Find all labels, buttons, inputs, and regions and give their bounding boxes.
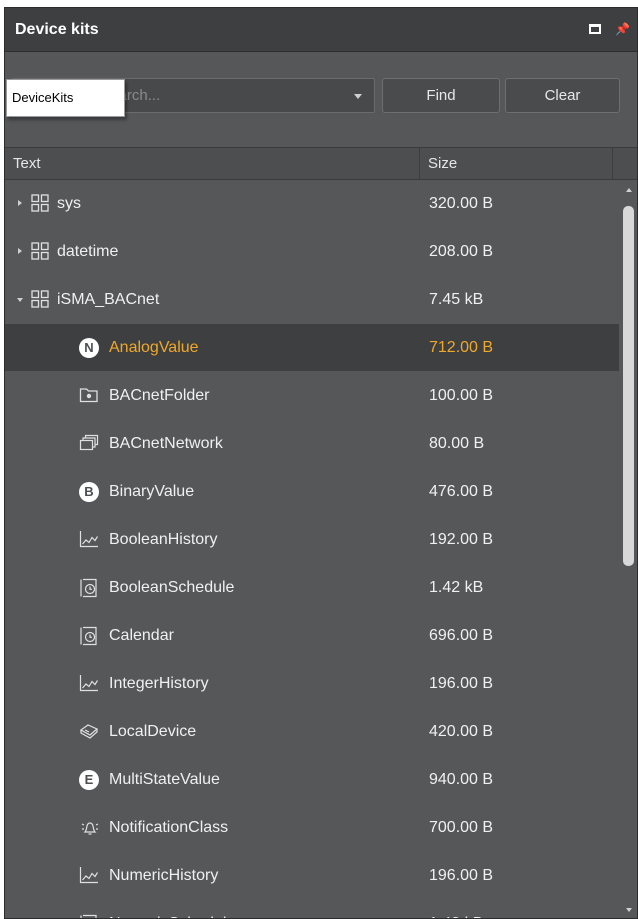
tree-row[interactable]: BooleanHistory 192.00 B <box>5 516 619 563</box>
tree-row-label: LocalDevice <box>109 723 197 740</box>
chevron-right-icon[interactable] <box>18 248 22 254</box>
column-header-text[interactable]: Text <box>5 148 420 179</box>
history-icon <box>79 530 99 550</box>
tree-row-size: 196.00 B <box>429 867 494 884</box>
tree-row-size: 700.00 B <box>429 819 494 836</box>
column-header-size[interactable]: Size <box>420 148 613 179</box>
network-icon <box>79 434 99 454</box>
tree-row[interactable]: E MultiStateValue 940.00 B <box>5 756 619 803</box>
tree-row-label: BACnetFolder <box>109 387 210 404</box>
tree-row-size: 192.00 B <box>429 531 494 548</box>
tree-row-label: datetime <box>57 243 119 260</box>
schedule-icon <box>79 578 99 598</box>
tree-row[interactable]: datetime 208.00 B <box>5 228 619 275</box>
tree-row[interactable]: N AnalogValue 712.00 B <box>5 324 619 371</box>
tree-row[interactable]: NumericSchedule 1.43 kB <box>5 900 619 918</box>
tree-row-size: 940.00 B <box>429 771 494 788</box>
tree-row-size: 100.00 B <box>429 387 494 404</box>
badge-letter: E <box>79 770 99 790</box>
tree-row[interactable]: NotificationClass 700.00 B <box>5 804 619 851</box>
scroll-thumb[interactable] <box>623 206 634 566</box>
tree-row-label: BACnetNetwork <box>109 435 223 452</box>
tree-row-size: 696.00 B <box>429 627 494 644</box>
tree-row[interactable]: LocalDevice 420.00 B <box>5 708 619 755</box>
column-header-spacer <box>613 148 637 179</box>
tree-body: sys 320.00 B datetime 208.00 B iSMA_BACnet 7.… <box>5 180 619 918</box>
tree-row-label: AnalogValue <box>109 339 199 356</box>
chevron-right-icon[interactable] <box>18 200 22 206</box>
history-icon <box>79 866 99 886</box>
tree-row[interactable]: sys 320.00 B <box>5 180 619 227</box>
history-icon <box>79 674 99 694</box>
tree-row-size: 80.00 B <box>429 435 485 452</box>
tree-row-size: 1.42 kB <box>429 579 484 596</box>
tree-row-size: 7.45 kB <box>429 291 484 308</box>
device-kits-panel: Device kits 📌 Find Clear DeviceKits Text… <box>4 7 638 919</box>
chevron-down-icon[interactable] <box>354 94 362 99</box>
tree-row-label: Calendar <box>109 627 174 644</box>
tree-row-label: iSMA_BACnet <box>57 291 160 308</box>
scroll-up-icon[interactable] <box>626 188 632 192</box>
tree-row[interactable]: IntegerHistory 196.00 B <box>5 660 619 707</box>
badge-letter: B <box>79 482 99 502</box>
tree-row-label: sys <box>57 195 81 212</box>
vertical-scrollbar[interactable] <box>619 180 637 918</box>
tree-row[interactable]: B BinaryValue 476.00 B <box>5 468 619 515</box>
tree-row-label: BooleanSchedule <box>109 579 235 596</box>
tree-row-label: MultiStateValue <box>109 771 220 788</box>
maximize-icon[interactable] <box>589 24 601 34</box>
tree-row-size: 320.00 B <box>429 195 494 212</box>
tree-row-size: 712.00 B <box>429 339 494 356</box>
tree-row-size: 196.00 B <box>429 675 494 692</box>
tree-row[interactable]: iSMA_BACnet 7.45 kB <box>5 276 619 323</box>
tree-row-size: 208.00 B <box>429 243 494 260</box>
grid-icon <box>31 242 51 262</box>
tree-row[interactable]: BACnetNetwork 80.00 B <box>5 420 619 467</box>
tree-row[interactable]: Calendar 696.00 B <box>5 612 619 659</box>
b-badge-icon: B <box>79 482 99 502</box>
schedule-icon <box>79 914 99 918</box>
grid-icon <box>31 290 51 310</box>
tree-row[interactable]: BACnetFolder 100.00 B <box>5 372 619 419</box>
pin-icon[interactable]: 📌 <box>615 22 630 36</box>
tree-row-label: BooleanHistory <box>109 531 218 548</box>
grid-icon <box>31 194 51 214</box>
tree-row-size: 476.00 B <box>429 483 494 500</box>
folder-icon <box>79 386 99 406</box>
device-icon <box>79 722 99 742</box>
tree-row[interactable]: BooleanSchedule 1.42 kB <box>5 564 619 611</box>
tooltip: DeviceKits <box>6 79 125 117</box>
n-badge-icon: N <box>79 338 99 358</box>
bell-icon <box>79 818 99 838</box>
e-badge-icon: E <box>79 770 99 790</box>
clear-button[interactable]: Clear <box>505 78 620 113</box>
tree-row-size: 1.43 kB <box>429 900 483 918</box>
tree-row-label: NumericSchedule <box>109 900 235 918</box>
tree-row-label: BinaryValue <box>109 483 195 500</box>
find-button[interactable]: Find <box>382 78 500 113</box>
schedule-icon <box>79 626 99 646</box>
chevron-down-icon[interactable] <box>17 298 23 302</box>
tree-row-label: NumericHistory <box>109 867 219 884</box>
panel-title: Device kits <box>15 21 99 38</box>
tree-row-label: IntegerHistory <box>109 675 209 692</box>
tree-row-size: 420.00 B <box>429 723 494 740</box>
badge-letter: N <box>79 338 99 358</box>
panel-titlebar: Device kits 📌 <box>5 8 637 52</box>
tree-row-label: NotificationClass <box>109 819 229 836</box>
tree-row[interactable]: NumericHistory 196.00 B <box>5 852 619 899</box>
scroll-down-icon[interactable] <box>626 908 632 912</box>
table-header: Text Size <box>5 147 637 180</box>
